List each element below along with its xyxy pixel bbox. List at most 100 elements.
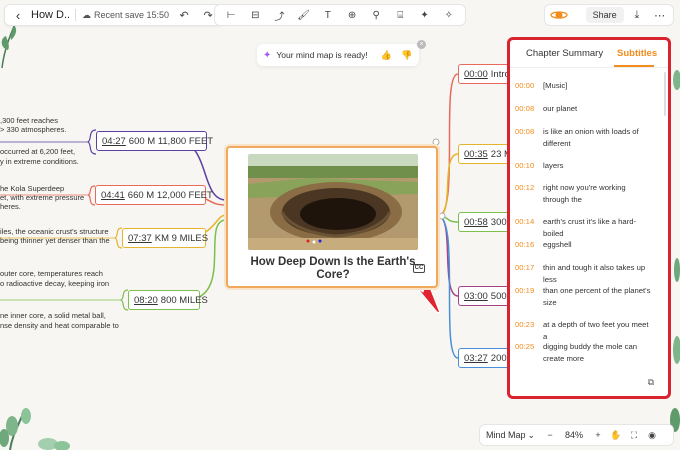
- subtitle-text: at a depth of two feet you meet a: [543, 320, 649, 341]
- map-node-right-3[interactable]: 00:58 300: [458, 212, 510, 232]
- more-options-icon[interactable]: ⋯: [650, 9, 669, 22]
- map-node-right-5[interactable]: 03:27 200: [458, 348, 510, 368]
- node-timestamp[interactable]: 03:00: [464, 291, 488, 302]
- node-label: 300: [490, 216, 507, 228]
- app-logo-icon: [549, 7, 570, 23]
- map-node-left-3[interactable]: 07:37 KM 9 MILES: [122, 228, 208, 248]
- zoom-in-icon[interactable]: +: [592, 430, 604, 440]
- map-node-right-4[interactable]: 03:00 500: [458, 286, 510, 306]
- subtitle-time[interactable]: 00:25: [515, 341, 543, 365]
- node-timestamp[interactable]: 08:20: [134, 295, 158, 306]
- view-mode-label: Mind Map: [486, 430, 526, 440]
- subtitle-time[interactable]: 00:16: [515, 239, 543, 251]
- subtitle-line[interactable]: 00:00 [Music]: [515, 80, 653, 92]
- subtitle-time[interactable]: 00:00: [515, 80, 543, 92]
- subtitle-time[interactable]: 00:23: [515, 319, 543, 343]
- subtitle-time[interactable]: 00:08: [515, 103, 543, 115]
- left-text-7[interactable]: heres.: [0, 201, 21, 212]
- node-timestamp[interactable]: 00:58: [464, 217, 488, 228]
- zoom-out-icon[interactable]: −: [544, 430, 556, 440]
- panel-scrollbar[interactable]: [664, 72, 666, 116]
- fullscreen-icon[interactable]: ⛶: [628, 430, 640, 441]
- subtitle-text: earth's crust it's like a hard-boiled: [543, 217, 637, 238]
- insert-child-icon[interactable]: ⊢: [223, 7, 239, 23]
- node-timestamp[interactable]: 07:37: [128, 233, 152, 244]
- add-node-icon[interactable]: ⊕: [344, 7, 360, 23]
- relationship-icon[interactable]: ⤴: [271, 7, 287, 23]
- subtitle-text: is like an onion with loads of different: [543, 127, 639, 148]
- subtitle-line[interactable]: 00:16 eggshell: [515, 239, 653, 251]
- view-mode-select[interactable]: Mind Map ⌄: [486, 430, 538, 441]
- subtitle-line[interactable]: 00:17 thin and tough it also takes up le…: [515, 262, 653, 286]
- close-notification-icon[interactable]: ×: [417, 40, 426, 49]
- map-node-right-2[interactable]: 00:35 23 M: [458, 144, 512, 164]
- brush-icon[interactable]: 🖌: [296, 7, 312, 23]
- hand-pan-icon[interactable]: ✋: [610, 430, 622, 441]
- subtitle-time[interactable]: 00:10: [515, 160, 543, 172]
- download-icon[interactable]: ⤓: [628, 9, 647, 22]
- earth-hole-image: [248, 154, 418, 250]
- summary-icon[interactable]: ⌸: [392, 7, 408, 23]
- subtitle-line[interactable]: 00:25 digging buddy the mole can create …: [515, 341, 653, 365]
- bottom-toolbar: Mind Map ⌄ − 84% + ✋ ⛶ ◉: [479, 424, 674, 446]
- left-text-13[interactable]: nse density and heat comparable to: [0, 320, 119, 331]
- leaf-decoration-bottom-left: [0, 408, 70, 450]
- map-node-left-2[interactable]: 04:41 660 M 12,000 FEET: [95, 185, 213, 205]
- subtitle-line[interactable]: 00:08 our planet: [515, 103, 653, 115]
- node-timestamp[interactable]: 00:00: [464, 69, 488, 80]
- node-timestamp[interactable]: 04:41: [101, 190, 125, 201]
- left-text-11[interactable]: o radioactive decay, keeping iron: [0, 278, 109, 289]
- eye-preview-icon[interactable]: ◉: [646, 430, 658, 441]
- subtitle-line[interactable]: 00:19 than one percent of the planet's s…: [515, 285, 653, 309]
- subtitle-time[interactable]: 00:14: [515, 216, 543, 240]
- subtitle-line[interactable]: 00:08 is like an onion with loads of dif…: [515, 126, 653, 150]
- thumbs-down-icon[interactable]: 👎: [401, 50, 412, 61]
- central-topic-title: How Deep Down Is the Earth's Core?: [250, 256, 416, 281]
- subtitle-line[interactable]: 00:23 at a depth of two feet you meet a: [515, 319, 653, 343]
- closed-captions-icon[interactable]: CC: [413, 264, 425, 273]
- ready-notification: ✦ Your mind map is ready! 👍 👎: [257, 44, 419, 66]
- left-text-4[interactable]: y in extreme conditions.: [0, 156, 79, 167]
- subtitle-line[interactable]: 00:10 layers: [515, 160, 653, 172]
- subtitle-text: thin and tough it also takes up less: [543, 263, 646, 284]
- thumbs-up-icon[interactable]: 👍: [381, 50, 392, 61]
- ai-sparkle-icon[interactable]: ✦: [417, 7, 433, 23]
- back-arrow-icon[interactable]: ‹: [11, 8, 25, 23]
- subtitle-time[interactable]: 00:12: [515, 182, 543, 206]
- share-button[interactable]: Share: [585, 7, 624, 23]
- insert-sibling-icon[interactable]: ⊟: [247, 7, 263, 23]
- copy-icon[interactable]: ⧉: [648, 377, 654, 388]
- node-timestamp[interactable]: 04:27: [102, 136, 126, 147]
- map-node-left-4[interactable]: 08:20 800 MILES: [128, 290, 208, 310]
- subtitle-text: right now you're working through the: [543, 183, 626, 204]
- node-label: 500: [490, 290, 507, 302]
- subtitle-time[interactable]: 00:08: [515, 126, 543, 150]
- document-title[interactable]: How D...: [31, 9, 69, 21]
- magic-wand-icon[interactable]: ✧: [441, 7, 457, 23]
- divider: [75, 9, 76, 21]
- subtitle-line[interactable]: 00:12 right now you're working through t…: [515, 182, 653, 206]
- notification-text: Your mind map is ready!: [276, 50, 368, 60]
- subtitles-panel: Chapter Summary Subtitles 00:00 [Music] …: [507, 37, 671, 399]
- undo-icon[interactable]: ↶: [175, 9, 193, 22]
- branch-icon[interactable]: ⚲: [368, 7, 384, 23]
- save-status-label: Recent save 15:50: [94, 10, 170, 20]
- document-header: ‹ How D... ☁ Recent save 15:50 ↶ ↷: [4, 4, 225, 26]
- central-topic-node[interactable]: How Deep Down Is the Earth's Core? CC: [226, 146, 438, 288]
- left-text-2[interactable]: > 330 atmospheres.: [0, 124, 67, 135]
- left-text-9[interactable]: being thinner yet denser than the: [0, 235, 110, 246]
- subtitle-time[interactable]: 00:19: [515, 285, 543, 309]
- tab-subtitles[interactable]: Subtitles: [613, 48, 657, 67]
- subtitle-time[interactable]: 00:17: [515, 262, 543, 286]
- node-timestamp[interactable]: 00:35: [464, 149, 488, 160]
- map-node-right-1[interactable]: 00:00 Intro: [458, 64, 510, 84]
- cloud-save-icon: ☁: [82, 9, 91, 20]
- subtitle-line[interactable]: 00:14 earth's crust it's like a hard-boi…: [515, 216, 653, 240]
- tab-chapter-summary[interactable]: Chapter Summary: [526, 48, 603, 59]
- node-timestamp[interactable]: 03:27: [464, 353, 488, 364]
- sparkle-icon: ✦: [263, 49, 272, 61]
- text-icon[interactable]: T: [320, 7, 336, 23]
- map-node-left-1[interactable]: 04:27 600 M 11,800 FEET: [96, 131, 213, 151]
- zoom-level: 84%: [564, 430, 583, 440]
- subtitle-text: layers: [543, 161, 564, 170]
